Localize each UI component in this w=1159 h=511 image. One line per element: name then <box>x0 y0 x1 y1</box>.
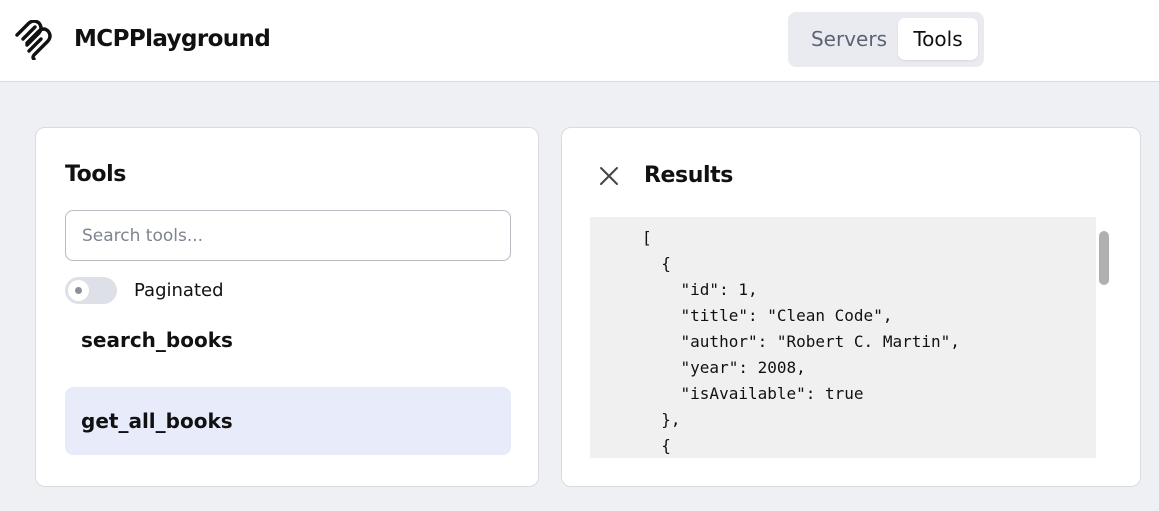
tools-panel: Tools Paginated search_books get_all_boo… <box>35 127 539 487</box>
tools-panel-title: Tools <box>65 162 126 187</box>
results-json-line: { <box>642 436 671 455</box>
results-json-line: "id": 1, <box>642 280 758 299</box>
results-panel-title: Results <box>644 163 733 188</box>
results-panel: Results [ { "id": 1, "title": "Clean Cod… <box>561 127 1141 487</box>
results-json-line: { <box>642 254 671 273</box>
results-output[interactable]: [ { "id": 1, "title": "Clean Code", "aut… <box>590 217 1096 458</box>
tab-tools[interactable]: Tools <box>898 18 978 60</box>
tool-item-search-books[interactable]: search_books <box>65 305 511 375</box>
results-json-line: "isAvailable": true <box>642 384 864 403</box>
search-tools-input[interactable] <box>65 210 511 261</box>
paginated-toggle[interactable] <box>65 277 117 304</box>
app-header: MCPPlayground Servers Tools <box>0 0 1159 82</box>
paginated-label: Paginated <box>134 280 224 301</box>
tab-servers[interactable]: Servers <box>798 18 900 60</box>
close-icon[interactable] <box>598 165 620 187</box>
results-json-line: "year": 2008, <box>642 358 806 377</box>
results-json-line: }, <box>642 410 681 429</box>
results-json: [ { "id": 1, "title": "Clean Code", "aut… <box>642 225 960 458</box>
toggle-knob <box>68 280 89 301</box>
results-scrollbar[interactable] <box>1099 231 1109 285</box>
mcp-logo-icon[interactable] <box>14 20 52 60</box>
toggle-dot <box>75 287 82 294</box>
nav-tabs: Servers Tools <box>788 12 984 67</box>
results-json-line: [ <box>642 228 652 247</box>
results-json-line: "title": "Clean Code", <box>642 306 893 325</box>
app-brand: MCPPlayground <box>74 26 271 52</box>
results-json-line: "author": "Robert C. Martin", <box>642 332 960 351</box>
tool-item-get-all-books[interactable]: get_all_books <box>65 387 511 455</box>
